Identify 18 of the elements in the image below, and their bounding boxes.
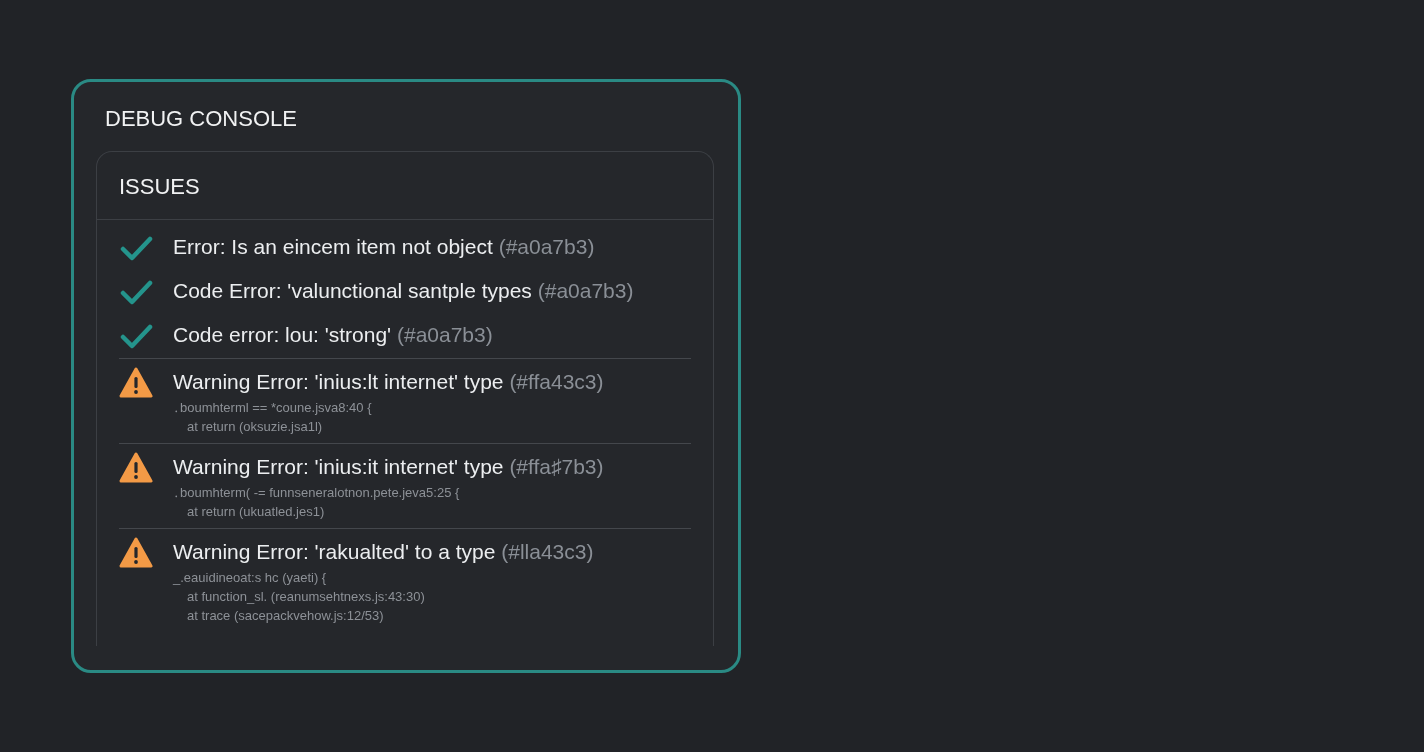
- issue-message: Error: Is an eincem item not object (#a0a7b3): [173, 234, 595, 260]
- stack-trace-line: _.eauidineoat:s hc (yaeti) {: [173, 569, 328, 587]
- stack-trace-line: ․boumhterm( -= funnseneralotnon.pete.jeva5:25 {: [173, 484, 461, 502]
- warning-icon: [119, 366, 153, 400]
- issues-heading: ISSUES: [97, 152, 713, 220]
- warning-icon: [119, 536, 153, 570]
- stack-trace-line: at return (ukuatled.jes1): [186, 503, 326, 521]
- issue-message: Code error: lou: 'strong' (#a0a7b3): [173, 322, 493, 348]
- warning-icon: [119, 451, 153, 485]
- stack-trace-line: at return (oksuzie.jsa1l): [186, 418, 324, 436]
- stack-trace-line: at trace (sacepackvehow.js:12/53): [186, 607, 385, 625]
- console-title: DEBUG CONSOLE: [105, 105, 298, 133]
- issue-message: Code Error: 'valunctional santple types (#a0a7b3): [173, 278, 634, 304]
- issue-message: Warning Error: 'inius:it internet' type (#ffa♯7b3): [173, 454, 604, 480]
- issue-message: Warning Error: 'inius:lt internet' type (#ffa43c3): [173, 369, 604, 395]
- stack-trace-line: at function_sl. (reanumsehtnexs.js:43:30): [186, 588, 426, 606]
- issue-message: Warning Error: 'rakualted' to a type (#lla43c3): [173, 539, 594, 565]
- stack-trace-line: ․boumhterml == *coune.jsva8:40 {: [173, 399, 373, 417]
